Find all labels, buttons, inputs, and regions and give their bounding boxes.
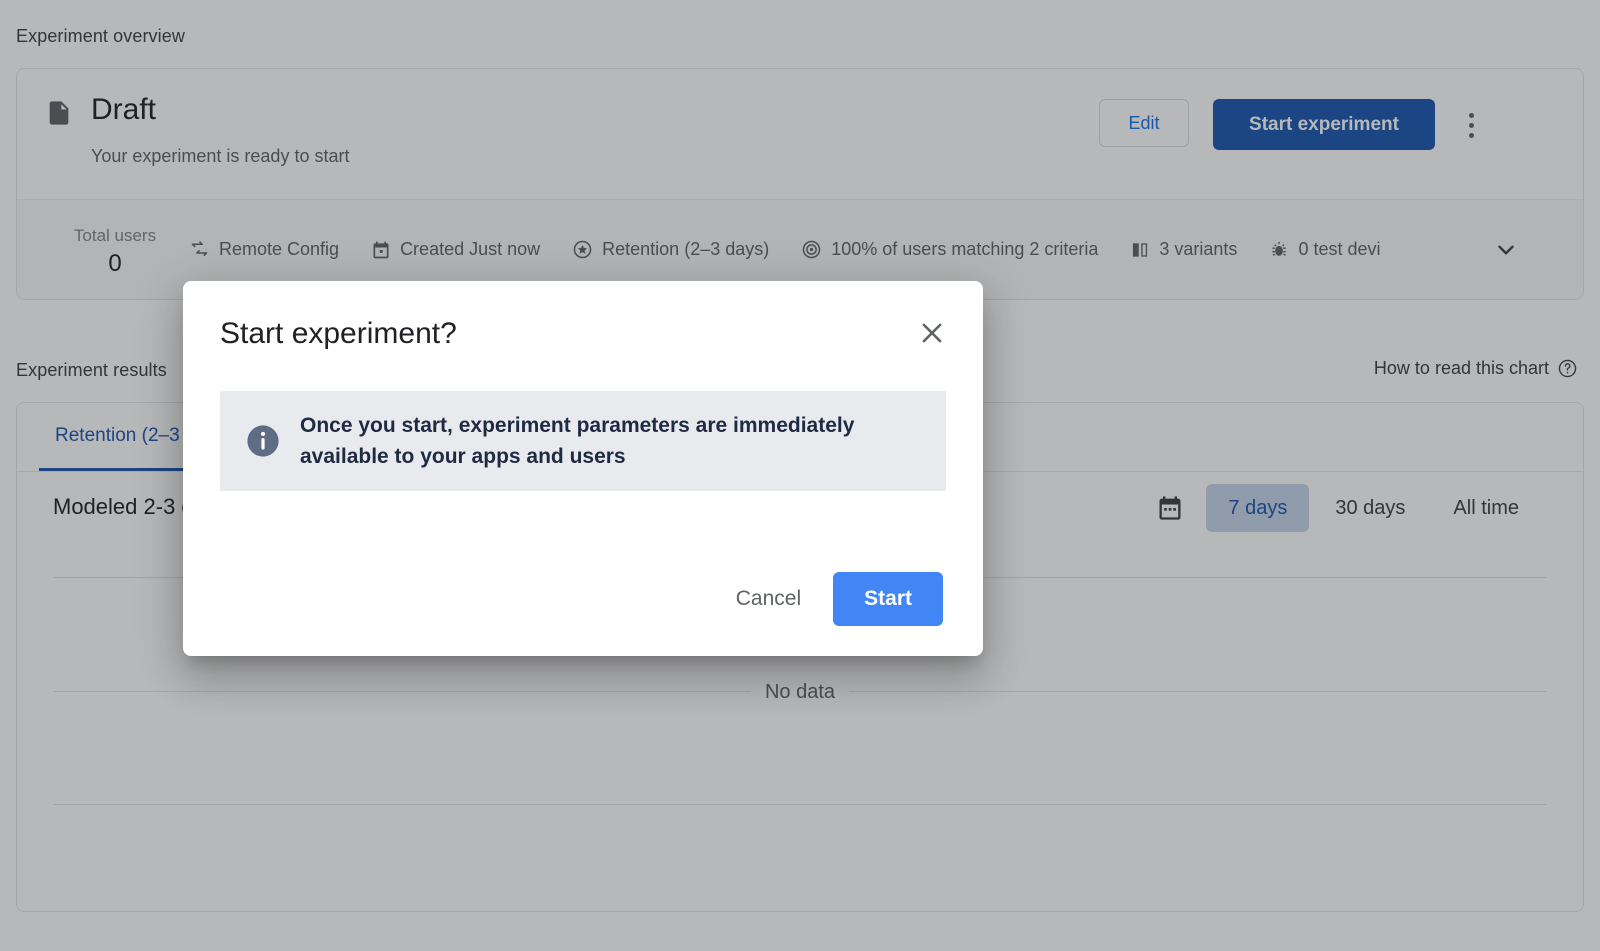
- dialog-actions: Cancel Start: [714, 572, 943, 626]
- info-icon: [246, 424, 280, 458]
- start-button[interactable]: Start: [833, 572, 943, 626]
- dialog-info-text: Once you start, experiment parameters ar…: [300, 410, 920, 472]
- start-experiment-dialog: Start experiment? Once you start, experi…: [183, 281, 983, 656]
- dialog-info-banner: Once you start, experiment parameters ar…: [220, 391, 946, 491]
- dialog-title: Start experiment?: [220, 317, 457, 351]
- cancel-button[interactable]: Cancel: [714, 573, 823, 625]
- close-icon[interactable]: [913, 314, 951, 352]
